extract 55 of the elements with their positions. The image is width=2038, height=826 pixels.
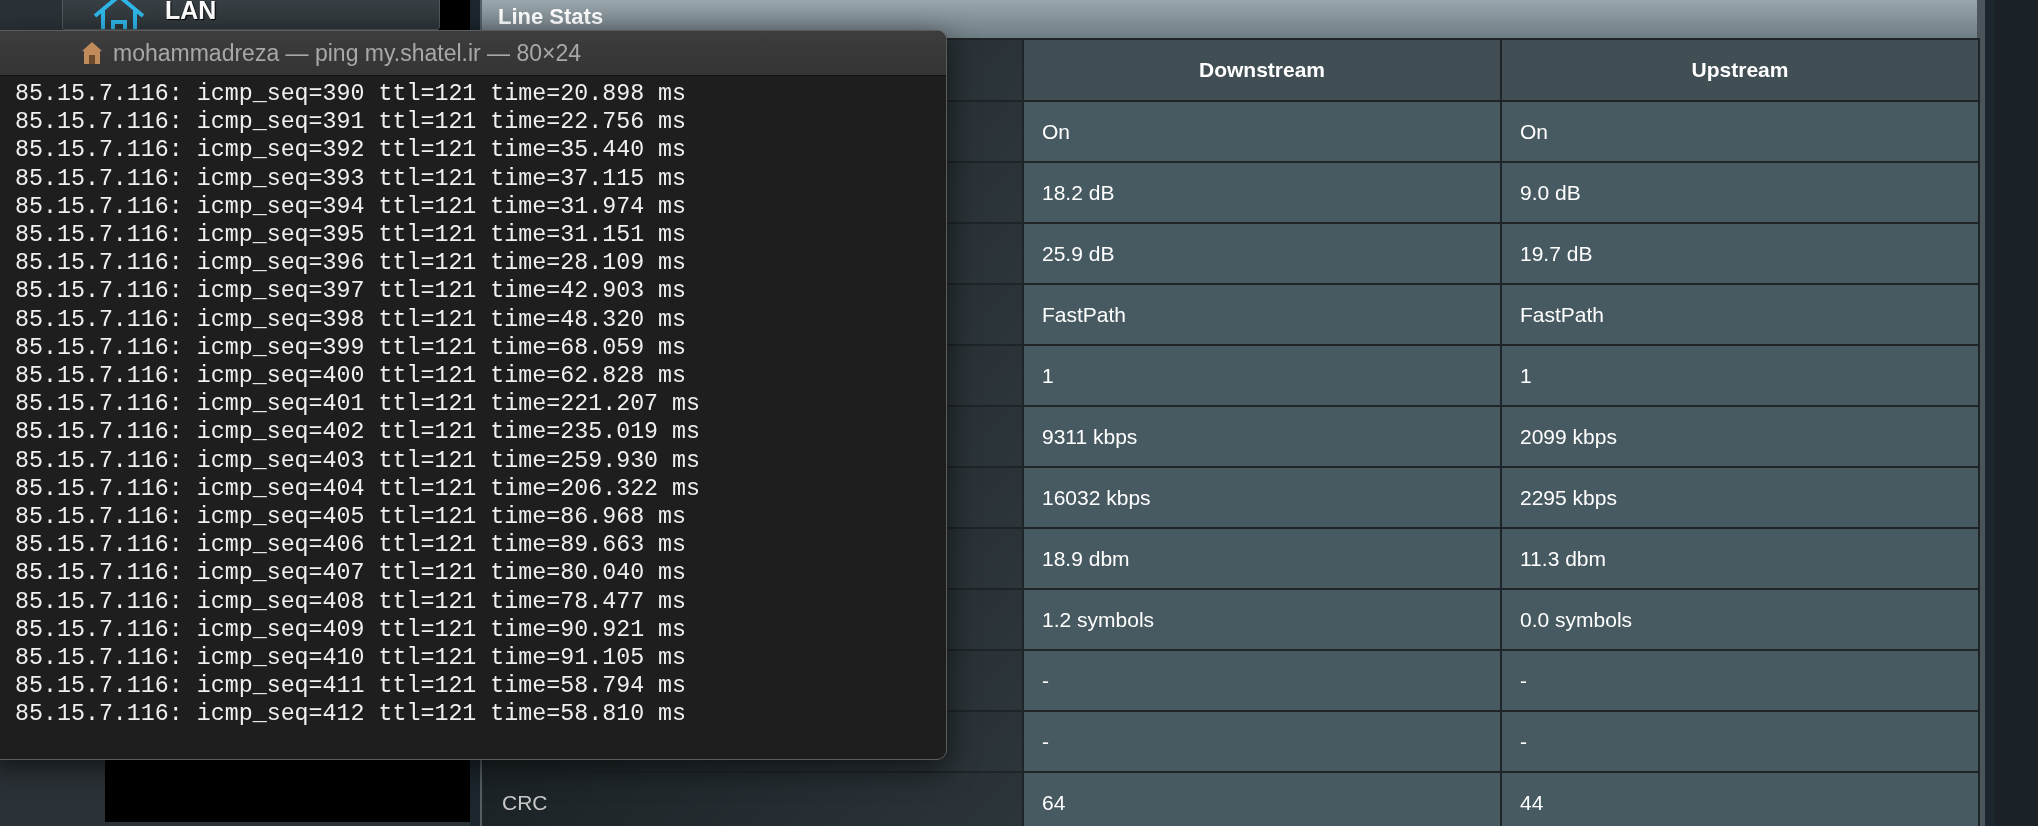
terminal-line: 85.15.7.116: icmp_seq=410 ttl=121 time=91.105 ms [15,644,688,673]
terminal-line: 85.15.7.116: icmp_seq=402 ttl=121 time=235.019 ms [15,418,702,447]
terminal-line: 85.15.7.116: icmp_seq=396 ttl=121 time=28.109 ms [15,249,688,278]
terminal-line: 85.15.7.116: icmp_seq=406 ttl=121 time=89.663 ms [15,531,688,560]
column-header: Downstream [1023,39,1501,101]
table-cell: - [1023,650,1501,711]
table-cell: 9311 kbps [1023,406,1501,467]
table-cell: 9.0 dB [1501,162,1979,223]
table-cell: - [1501,711,1979,772]
terminal-line: 85.15.7.116: icmp_seq=408 ttl=121 time=78.477 ms [15,587,688,616]
table-cell: FastPath [1023,284,1501,345]
table-cell: FastPath [1501,284,1979,345]
table-cell: 18.9 dbm [1023,528,1501,589]
terminal-line: 85.15.7.116: icmp_seq=403 ttl=121 time=259.930 ms [15,446,702,475]
house-icon [81,41,103,65]
table-cell: 1 [1023,345,1501,406]
table-cell: 1.2 symbols [1023,589,1501,650]
table-cell: 2295 kbps [1501,467,1979,528]
panel-title: Line Stats [498,4,604,29]
terminal-line: 85.15.7.116: icmp_seq=398 ttl=121 time=48.320 ms [15,305,688,334]
terminal-line: 85.15.7.116: icmp_seq=407 ttl=121 time=80.040 ms [15,559,688,588]
terminal-line: 85.15.7.116: icmp_seq=392 ttl=121 time=35.440 ms [15,136,688,165]
table-cell: 44 [1501,772,1979,826]
table-cell: 1 [1501,345,1979,406]
terminal-line: 85.15.7.116: icmp_seq=411 ttl=121 time=58.794 ms [15,672,688,701]
row-label: CRC [483,772,1023,826]
terminal-line: 85.15.7.116: icmp_seq=399 ttl=121 time=68.059 ms [15,333,688,363]
terminal-line: 85.15.7.116: icmp_seq=394 ttl=121 time=31.974 ms [15,192,688,221]
terminal-line: 85.15.7.116: icmp_seq=391 ttl=121 time=22.756 ms [15,108,688,137]
table-cell: - [1501,650,1979,711]
table-cell: 16032 kbps [1023,467,1501,528]
table-cell: 11.3 dbm [1501,528,1979,589]
column-header: Upstream [1501,39,1979,101]
sidebar-item[interactable]: LAN [62,0,440,30]
table-cell: On [1501,101,1979,162]
terminal-line: 85.15.7.116: icmp_seq=405 ttl=121 time=86.968 ms [15,503,688,532]
terminal-line: 85.15.7.116: icmp_seq=393 ttl=121 time=37.115 ms [15,164,688,193]
terminal-line: 85.15.7.116: icmp_seq=390 ttl=121 time=20.898 ms [15,80,688,109]
terminal-line: 85.15.7.116: icmp_seq=401 ttl=121 time=221.207 ms [15,390,702,419]
table-cell: On [1023,101,1501,162]
terminal-line: 85.15.7.116: icmp_seq=397 ttl=121 time=42.903 ms [15,277,688,306]
terminal-line: 85.15.7.116: icmp_seq=412 ttl=121 time=58.810 ms [15,700,688,729]
terminal-line: 85.15.7.116: icmp_seq=395 ttl=121 time=31.151 ms [15,221,688,250]
table-cell: 64 [1023,772,1501,826]
terminal-line: 85.15.7.116: icmp_seq=404 ttl=121 time=206.322 ms [15,474,702,504]
table-cell: 0.0 symbols [1501,589,1979,650]
house-icon [91,0,147,29]
terminal-line: 85.15.7.116: icmp_seq=409 ttl=121 time=90.921 ms [15,615,688,645]
table-cell: 19.7 dB [1501,223,1979,284]
table-cell: 2099 kbps [1501,406,1979,467]
terminal-line: 85.15.7.116: icmp_seq=400 ttl=121 time=62.828 ms [15,362,688,391]
table-cell: 25.9 dB [1023,223,1501,284]
table-cell: 18.2 dB [1023,162,1501,223]
table-cell: - [1023,711,1501,772]
window-title: mohammadreza — ping my.shatel.ir — 80×24 [113,39,582,67]
